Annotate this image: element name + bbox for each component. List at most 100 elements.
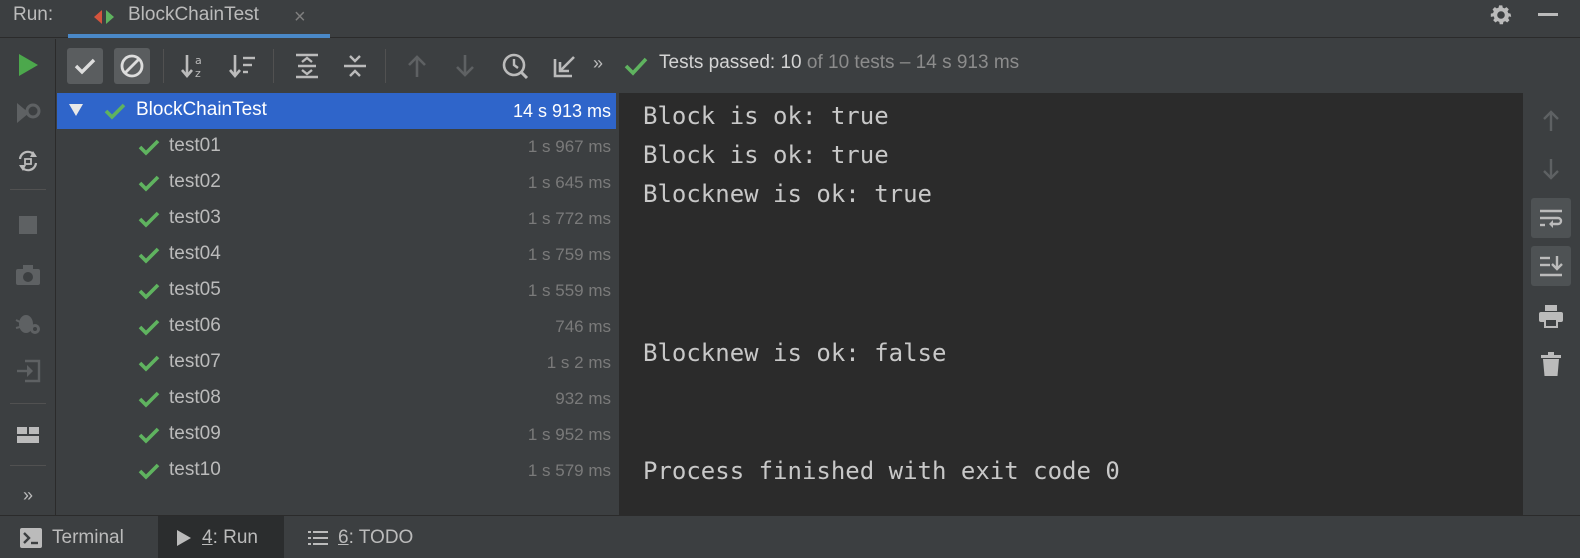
list-icon — [308, 530, 328, 546]
console-line: Process finished with exit code 0 — [643, 457, 1120, 485]
passed-check-icon — [138, 355, 160, 372]
show-ignored-button[interactable] — [114, 48, 150, 84]
status-total: of 10 tests – 14 s 913 ms — [806, 52, 1020, 73]
console-line: Block is ok: true — [643, 102, 889, 130]
junit-config-icon — [94, 10, 114, 24]
test-duration: 1 s 579 ms — [527, 461, 611, 480]
stop-icon — [19, 216, 37, 234]
sort-by-duration-button[interactable] — [225, 48, 261, 84]
test-duration: 1 s 759 ms — [527, 245, 611, 264]
tree-item-test01[interactable]: test01 1 s 967 ms — [57, 129, 616, 165]
clear-all-button[interactable] — [1531, 344, 1571, 384]
test-name: test08 — [169, 387, 221, 408]
soft-wrap-button[interactable] — [1531, 198, 1571, 238]
import-tests-button[interactable] — [547, 48, 583, 84]
test-duration: 1 s 559 ms — [527, 281, 611, 300]
console-toolbar — [1522, 93, 1580, 515]
test-runner-toolbar: az » Tests passed: 10 of 10 tests – 14 s… — [57, 39, 1580, 93]
passed-check-icon — [104, 103, 126, 120]
tree-item-test09[interactable]: test09 1 s 952 ms — [57, 417, 616, 453]
scroll-up-button[interactable] — [1531, 101, 1571, 141]
trash-icon — [1541, 352, 1561, 376]
scroll-to-end-icon — [1540, 256, 1563, 277]
terminal-tab-label: Terminal — [52, 526, 124, 548]
tree-item-test05[interactable]: test05 1 s 559 ms — [57, 273, 616, 309]
toolbar-separator — [273, 49, 274, 83]
tree-root-blockchaintest[interactable]: BlockChainTest 14 s 913 ms — [57, 93, 616, 129]
test-name: test06 — [169, 315, 221, 336]
scroll-to-end-button[interactable] — [1531, 246, 1571, 286]
test-class-name: BlockChainTest — [136, 99, 267, 120]
status-prefix: Tests passed: — [659, 52, 776, 73]
run-tab-mnemonic: 4 — [202, 526, 213, 548]
tree-item-test04[interactable]: test04 1 s 759 ms — [57, 237, 616, 273]
check-icon — [74, 58, 96, 75]
tree-item-test08[interactable]: test08 932 ms — [57, 381, 616, 417]
test-duration: 14 s 913 ms — [512, 101, 611, 121]
history-icon — [502, 53, 529, 80]
test-name: test05 — [169, 279, 221, 300]
passed-check-icon — [138, 391, 160, 408]
passed-check-icon — [138, 427, 160, 444]
tree-item-test03[interactable]: test03 1 s 772 ms — [57, 201, 616, 237]
test-status-summary: Tests passed: 10 of 10 tests – 14 s 913 … — [659, 52, 1019, 74]
sort-alphabetically-button[interactable]: az — [177, 48, 213, 84]
rerun-failed-icon — [17, 103, 41, 123]
terminal-tab[interactable]: Terminal — [0, 516, 144, 558]
expand-all-button[interactable] — [289, 48, 325, 84]
print-button[interactable] — [1531, 296, 1571, 336]
test-history-button[interactable] — [497, 48, 533, 84]
layout-button[interactable] — [14, 421, 42, 449]
test-name: test04 — [169, 243, 221, 264]
close-tab-icon[interactable]: × — [294, 6, 306, 29]
toggle-auto-test-button[interactable] — [14, 147, 42, 175]
active-tab-indicator — [68, 34, 330, 38]
run-tool-tab[interactable]: 4: Run — [158, 516, 284, 558]
passed-check-icon — [138, 247, 160, 264]
scroll-down-button[interactable] — [1531, 149, 1571, 189]
passed-check-icon — [138, 211, 160, 228]
previous-failed-button[interactable] — [399, 48, 435, 84]
console-output[interactable]: Block is ok: true Block is ok: true Bloc… — [619, 93, 1522, 515]
passed-check-icon — [138, 463, 160, 480]
rerun-failed-button[interactable] — [14, 99, 42, 127]
tree-item-test06[interactable]: test06 746 ms — [57, 309, 616, 345]
run-tab-title: BlockChainTest — [128, 4, 259, 25]
tree-item-test07[interactable]: test07 1 s 2 ms — [57, 345, 616, 381]
gear-icon[interactable] — [1488, 2, 1514, 28]
test-duration: 746 ms — [555, 317, 611, 336]
test-name: test03 — [169, 207, 221, 228]
todo-tab[interactable]: 6: TODO — [288, 516, 433, 558]
console-line: Blocknew is ok: true — [643, 180, 932, 208]
more-actions-left[interactable]: » — [14, 481, 42, 509]
run-tab-label: : Run — [212, 526, 258, 548]
expand-all-icon — [296, 53, 318, 79]
show-passed-button[interactable] — [67, 48, 103, 84]
next-failed-button[interactable] — [447, 48, 483, 84]
exit-button[interactable] — [14, 357, 42, 385]
status-passed-count: 10 — [780, 52, 802, 73]
dump-threads-button[interactable] — [14, 261, 42, 289]
run-label: Run: — [13, 4, 54, 25]
collapse-all-button[interactable] — [337, 48, 373, 84]
test-name: test10 — [169, 459, 221, 480]
svg-text:a: a — [195, 54, 202, 67]
tree-item-test02[interactable]: test02 1 s 645 ms — [57, 165, 616, 201]
sort-alpha-icon: az — [181, 54, 202, 79]
run-tab-blockchaintest[interactable]: BlockChainTest × — [68, 0, 330, 38]
run-tool-window-header: Run: BlockChainTest × — [0, 0, 1580, 38]
toolbar-separator — [10, 465, 46, 466]
stop-button[interactable] — [14, 211, 42, 239]
minimize-icon[interactable] — [1538, 13, 1558, 16]
rerun-button[interactable] — [14, 51, 42, 79]
printer-icon — [1539, 305, 1563, 328]
test-duration: 1 s 2 ms — [546, 353, 611, 372]
passed-check-icon — [138, 175, 160, 192]
ignored-icon — [120, 54, 144, 78]
more-actions-button[interactable]: » — [593, 53, 603, 74]
settings-bug-button[interactable] — [14, 309, 42, 337]
tree-item-test10[interactable]: test10 1 s 579 ms — [57, 453, 616, 489]
expand-arrow-icon[interactable] — [69, 104, 83, 116]
toolbar-separator — [10, 189, 46, 190]
arrow-up-icon — [1543, 110, 1559, 131]
